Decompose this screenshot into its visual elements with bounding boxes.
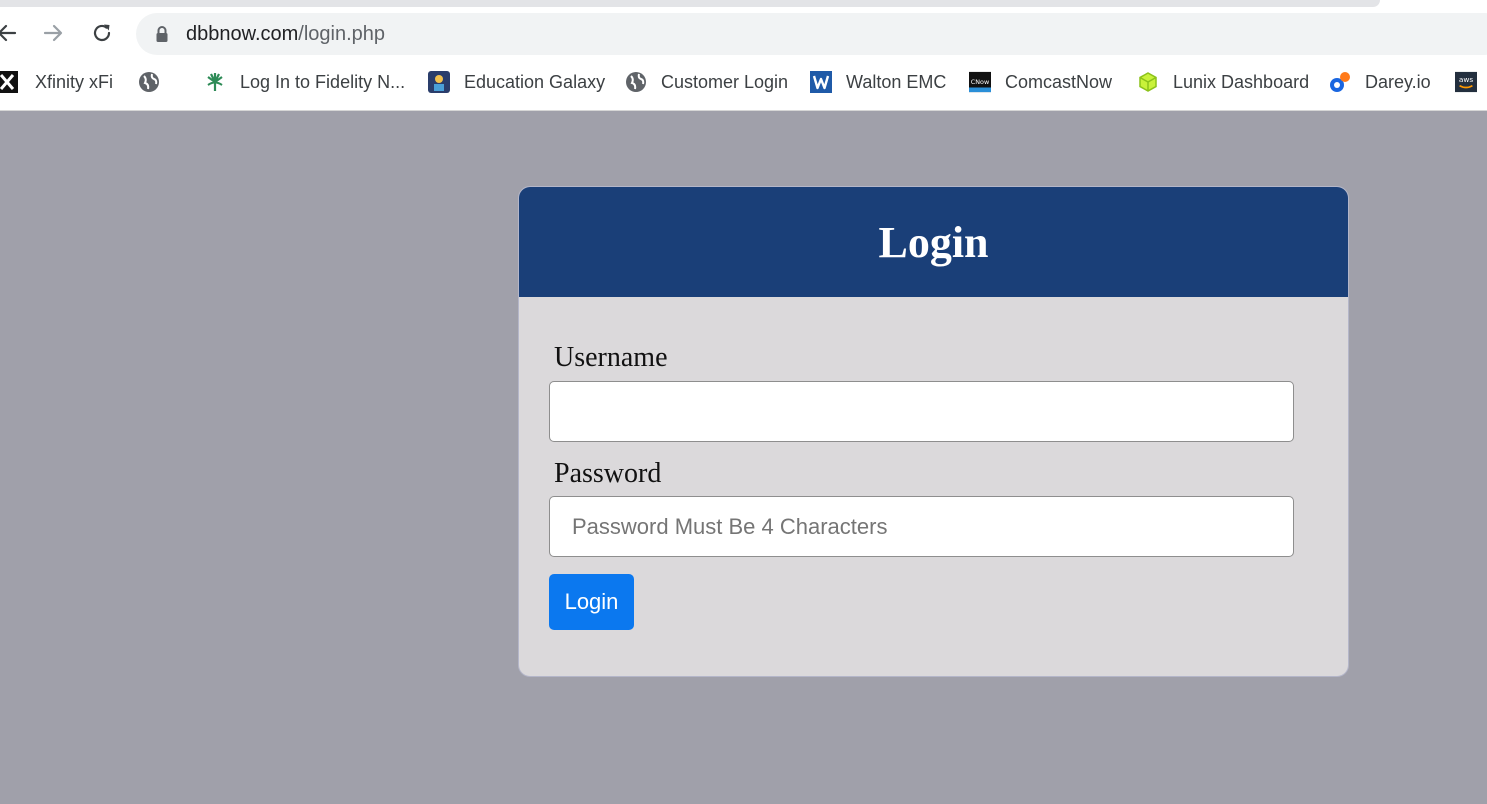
back-button[interactable] <box>0 18 22 48</box>
bookmark-lunix-dashboard[interactable]: Lunix Dashboard <box>1137 70 1309 94</box>
bookmark-customer-login[interactable]: Customer Login <box>625 70 788 94</box>
bookmark-label: Darey.io <box>1365 71 1431 92</box>
bookmark-label: Lunix Dashboard <box>1173 71 1310 92</box>
url-domain: dbbnow.com <box>186 23 299 45</box>
xfinity-x-icon <box>0 71 18 93</box>
globe-icon <box>138 71 160 93</box>
login-title: Login <box>878 217 989 267</box>
svg-text:aws: aws <box>1459 75 1473 84</box>
url-text[interactable]: dbbnow.com/login.php <box>186 23 385 45</box>
darey-icon <box>1329 71 1351 93</box>
bookmark-education-galaxy[interactable]: Education Galaxy <box>428 70 605 94</box>
bookmark-globe[interactable] <box>138 70 160 94</box>
education-galaxy-icon <box>428 71 450 93</box>
address-bar[interactable]: dbbnow.com/login.php <box>136 13 1487 55</box>
password-input[interactable] <box>549 496 1294 557</box>
bookmark-walton-emc[interactable]: Walton EMC <box>810 70 946 94</box>
bookmarks-bar: Xfinity xFi Log In to Fidelity N... Educ… <box>0 63 1487 101</box>
bookmark-label: ComcastNow <box>1005 71 1113 92</box>
svg-text:CNow: CNow <box>971 78 989 86</box>
comcastnow-icon: CNow <box>969 71 991 93</box>
cube-icon <box>1137 71 1159 93</box>
bookmark-label: Walton EMC <box>846 71 947 92</box>
back-arrow-icon <box>0 24 17 42</box>
bookmark-label: Log In to Fidelity N... <box>240 71 406 92</box>
browser-chrome: dbbnow.com/login.php Xfinity xFi Log In … <box>0 0 1487 111</box>
bookmark-label: Education Galaxy <box>464 71 606 92</box>
bookmark-aws[interactable]: aws <box>1455 70 1477 94</box>
url-path: /login.php <box>298 23 386 45</box>
bookmark-xfinity[interactable]: Xfinity xFi <box>0 70 113 94</box>
reload-icon <box>93 24 111 42</box>
bookmark-label: Customer Login <box>661 71 789 92</box>
forward-button[interactable] <box>38 18 68 48</box>
walton-w-icon <box>810 71 832 93</box>
bookmark-label: Xfinity xFi <box>35 71 114 92</box>
forward-arrow-icon <box>43 24 63 42</box>
bookmark-comcastnow[interactable]: CNow ComcastNow <box>969 70 1112 94</box>
username-label: Username <box>554 342 668 373</box>
tab-strip <box>0 0 1380 7</box>
fidelity-icon <box>204 71 226 93</box>
browser-toolbar: dbbnow.com/login.php <box>0 7 1487 63</box>
bookmark-darey[interactable]: Darey.io <box>1329 70 1431 94</box>
lock-icon <box>156 26 168 42</box>
login-card-header: Login <box>519 187 1348 297</box>
aws-icon: aws <box>1455 71 1477 93</box>
globe-icon <box>625 71 647 93</box>
reload-button[interactable] <box>87 18 117 48</box>
login-button[interactable]: Login <box>549 574 634 630</box>
bookmark-fidelity[interactable]: Log In to Fidelity N... <box>204 70 405 94</box>
login-card: Login Username Password Login <box>518 186 1349 677</box>
password-label: Password <box>554 458 662 489</box>
username-input[interactable] <box>549 381 1294 442</box>
